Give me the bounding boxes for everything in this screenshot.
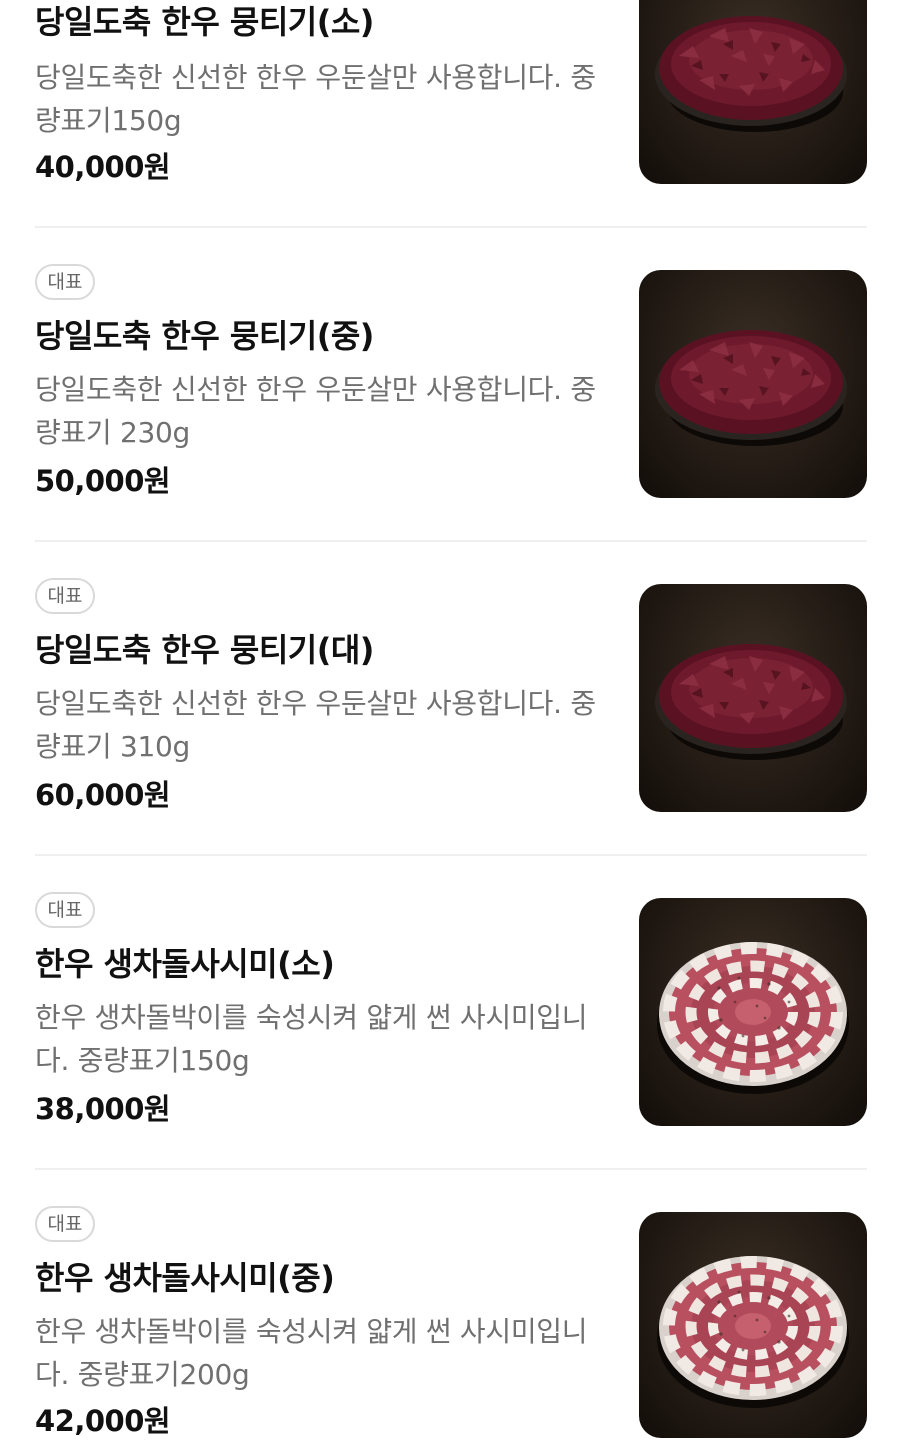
divider xyxy=(35,226,867,228)
raw-beef-plate-image xyxy=(655,16,847,132)
brisket-sashimi-plate-image xyxy=(657,942,849,1094)
raw-beef-photo xyxy=(639,270,867,498)
brisket-sashimi-plate-image xyxy=(657,1256,849,1408)
menu-item[interactable]: 대표 당일도축 한우 뭉티기(대) 당일도축한 신선한 한우 우둔살만 사용합니… xyxy=(35,578,867,818)
raw-beef-photo xyxy=(639,0,867,184)
signature-badge: 대표 xyxy=(35,892,95,928)
brisket-sashimi-photo xyxy=(639,1212,867,1438)
menu-item-description: 한우 생차돌박이를 숙성시켜 얇게 썬 사시미입니다. 중량표기150g xyxy=(35,1001,588,1077)
divider xyxy=(35,854,867,856)
signature-badge: 대표 xyxy=(35,264,95,300)
menu-item[interactable]: 대표 당일도축 한우 뭉티기(중) 당일도축한 신선한 한우 우둔살만 사용합니… xyxy=(35,264,867,504)
menu-item[interactable]: 당일도축 한우 뭉티기(소) 당일도축한 신선한 한우 우둔살만 사용합니다. … xyxy=(35,0,867,190)
menu-item-title: 당일도축 한우 뭉티기(소) xyxy=(35,3,374,41)
menu-list: 당일도축 한우 뭉티기(소) 당일도축한 신선한 한우 우둔살만 사용합니다. … xyxy=(0,0,900,1443)
raw-beef-plate-image xyxy=(655,644,847,760)
menu-item-description: 당일도축한 신선한 한우 우둔살만 사용합니다. 중량표기 230g xyxy=(35,373,596,449)
menu-item-price: 42,000원 xyxy=(35,1404,171,1438)
menu-item-title: 한우 생차돌사시미(소) xyxy=(35,945,335,983)
menu-item-description: 당일도축한 신선한 한우 우둔살만 사용합니다. 중량표기 310g xyxy=(35,687,596,763)
menu-item-price: 38,000원 xyxy=(35,1092,171,1126)
menu-item-price: 40,000원 xyxy=(35,150,171,184)
menu-item-description: 한우 생차돌박이를 숙성시켜 얇게 썬 사시미입니다. 중량표기200g xyxy=(35,1315,588,1391)
menu-item[interactable]: 대표 한우 생차돌사시미(소) 한우 생차돌박이를 숙성시켜 얇게 썬 사시미입… xyxy=(35,892,867,1132)
divider xyxy=(35,540,867,542)
menu-item-description: 당일도축한 신선한 한우 우둔살만 사용합니다. 중량표기150g xyxy=(35,61,596,137)
brisket-sashimi-photo xyxy=(639,898,867,1126)
signature-badge: 대표 xyxy=(35,1206,95,1242)
menu-item-title: 당일도축 한우 뭉티기(중) xyxy=(35,317,374,355)
menu-item-price: 50,000원 xyxy=(35,464,171,498)
divider xyxy=(35,1168,867,1170)
menu-item-title: 한우 생차돌사시미(중) xyxy=(35,1259,335,1297)
raw-beef-plate-image xyxy=(655,330,847,446)
signature-badge: 대표 xyxy=(35,578,95,614)
menu-item-price: 60,000원 xyxy=(35,778,171,812)
raw-beef-photo xyxy=(639,584,867,812)
menu-item-title: 당일도축 한우 뭉티기(대) xyxy=(35,631,374,669)
menu-item[interactable]: 대표 한우 생차돌사시미(중) 한우 생차돌박이를 숙성시켜 얇게 썬 사시미입… xyxy=(35,1206,867,1443)
